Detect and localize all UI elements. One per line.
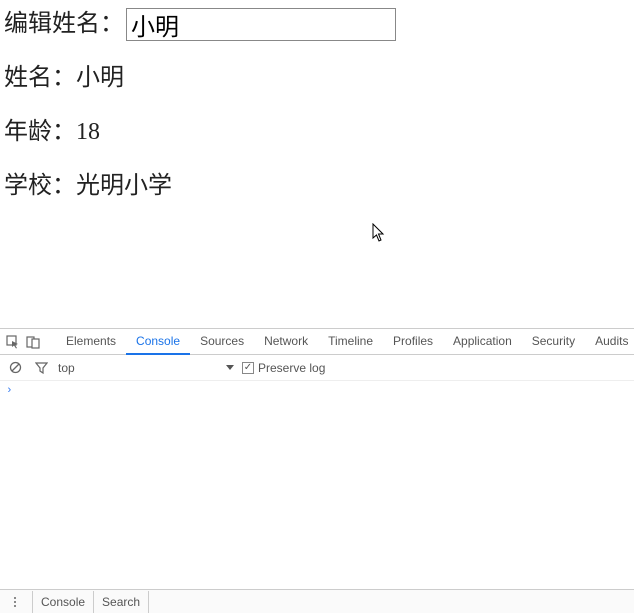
tab-audits[interactable]: Audits [585,329,634,355]
age-line: 年龄：18 [4,114,630,150]
inspect-element-icon[interactable] [6,333,20,351]
tab-sources[interactable]: Sources [190,329,254,355]
school-value: 光明小学 [76,173,172,199]
context-selector[interactable]: top [58,361,218,375]
devtools-tabbar: Elements Console Sources Network Timelin… [0,329,634,355]
tab-profiles[interactable]: Profiles [383,329,443,355]
name-value: 小明 [76,65,124,91]
console-prompt: › [6,385,13,397]
page-content: 编辑姓名： 姓名：小明 年龄：18 学校：光明小学 [0,0,634,228]
edit-name-label: 编辑姓名： [4,6,124,42]
drawer-menu-icon[interactable] [6,593,24,611]
device-toolbar-icon[interactable] [26,333,40,351]
devtools-drawer: Console Search [0,589,634,613]
name-label: 姓名： [4,65,76,91]
drawer-tabs: Console Search [32,591,149,613]
tab-security[interactable]: Security [522,329,585,355]
drawer-tab-search[interactable]: Search [94,591,149,613]
console-output[interactable]: › [0,381,634,613]
school-label: 学校： [4,173,76,199]
devtools-tabs: Elements Console Sources Network Timelin… [56,329,634,355]
preserve-log-checkbox[interactable]: ✓ [242,362,254,374]
age-label: 年龄： [4,119,76,145]
drawer-tab-console[interactable]: Console [33,591,94,613]
name-line: 姓名：小明 [4,60,630,96]
preserve-log-control[interactable]: ✓ Preserve log [242,361,325,375]
tab-network[interactable]: Network [254,329,318,355]
devtools-panel: Elements Console Sources Network Timelin… [0,328,634,613]
school-line: 学校：光明小学 [4,168,630,204]
tab-application[interactable]: Application [443,329,522,355]
preserve-log-label: Preserve log [258,361,325,375]
age-value: 18 [76,119,100,145]
chevron-down-icon[interactable] [226,365,234,370]
edit-name-row: 编辑姓名： [4,6,630,42]
context-label: top [58,361,75,375]
edit-name-input[interactable] [126,8,396,41]
console-toolbar: top ✓ Preserve log [0,355,634,381]
clear-console-icon[interactable] [6,359,24,377]
tab-console[interactable]: Console [126,329,190,355]
tab-elements[interactable]: Elements [56,329,126,355]
filter-icon[interactable] [32,359,50,377]
tab-timeline[interactable]: Timeline [318,329,383,355]
